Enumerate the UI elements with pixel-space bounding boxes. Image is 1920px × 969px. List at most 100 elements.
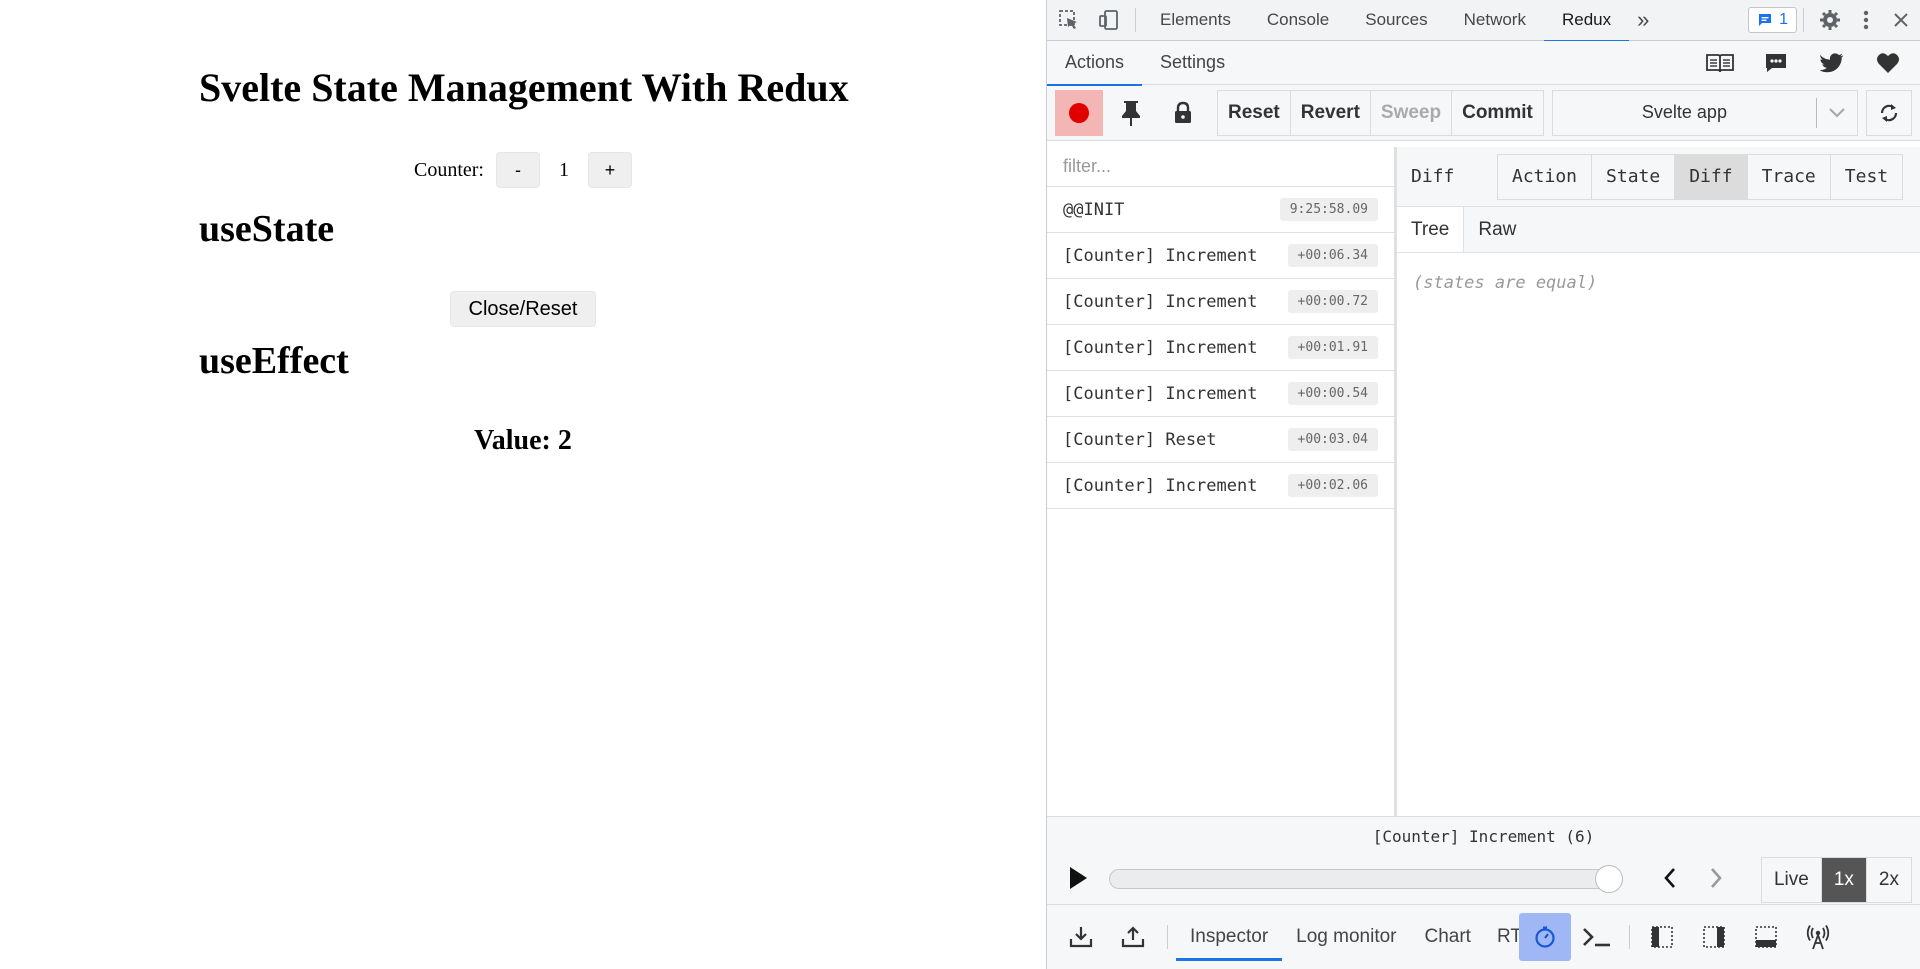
heart-icon[interactable] — [1862, 43, 1914, 83]
chevron-down-icon — [1817, 107, 1857, 119]
tab-console[interactable]: Console — [1249, 0, 1347, 41]
toolbar-divider — [1628, 925, 1630, 949]
lock-button[interactable] — [1159, 89, 1207, 136]
revert-button[interactable]: Revert — [1290, 89, 1371, 136]
speed-selector: Live 1x 2x — [1760, 857, 1912, 903]
monitor-bottombar: Inspector Log monitor Chart RT — [1047, 904, 1920, 969]
counter-row: Counter: - 1 + — [0, 152, 1046, 188]
action-list: filter... @@INIT 9:25:58.09 [Counter] In… — [1047, 147, 1397, 816]
play-button[interactable] — [1061, 861, 1095, 895]
sync-button[interactable] — [1866, 89, 1912, 136]
tab-raw[interactable]: Raw — [1464, 207, 1530, 252]
toolbar-divider — [1803, 8, 1804, 32]
action-row[interactable]: [Counter] Increment +00:06.34 — [1047, 233, 1394, 279]
action-row[interactable]: [Counter] Increment +00:00.72 — [1047, 279, 1394, 325]
chevron-left-icon — [1664, 868, 1675, 888]
states-equal-message: (states are equal) — [1413, 273, 1598, 293]
terminal-icon[interactable] — [1571, 913, 1623, 961]
dock-left-icon[interactable] — [1636, 913, 1688, 961]
kebab-menu-icon[interactable] — [1850, 0, 1882, 40]
instance-name: Svelte app — [1641, 102, 1727, 122]
sync-icon — [1880, 103, 1898, 122]
close-icon[interactable] — [1882, 0, 1920, 40]
timeline-slider-area: [Counter] Increment (6) Live 1x 2x — [1047, 816, 1920, 904]
tab-chart[interactable]: Chart — [1411, 913, 1485, 961]
section-heading-useeffect: useEffect — [199, 340, 349, 382]
timeline-track[interactable] — [1109, 869, 1623, 889]
tab-action[interactable]: Action — [1498, 154, 1592, 199]
tab-state[interactable]: State — [1591, 154, 1675, 199]
action-row[interactable]: [Counter] Reset +00:03.04 — [1047, 417, 1394, 463]
tab-trace[interactable]: Trace — [1746, 154, 1830, 199]
tab-rtk-query[interactable]: RT — [1485, 913, 1519, 961]
redux-toolbar: Reset Revert Sweep Commit Svelte app — [1047, 85, 1920, 141]
device-toolbar-icon[interactable] — [1089, 0, 1129, 40]
action-name: [Counter] Increment — [1063, 475, 1258, 496]
counter-label: Counter: — [414, 158, 484, 181]
decrement-button[interactable]: - — [496, 152, 540, 188]
speed-live[interactable]: Live — [1761, 858, 1821, 902]
svelte-app: Svelte State Management With Redux Count… — [0, 0, 1046, 969]
book-icon[interactable] — [1694, 43, 1746, 83]
action-name: [Counter] Increment — [1063, 337, 1258, 358]
tab-network[interactable]: Network — [1446, 0, 1544, 41]
value-text: Value: 2 — [474, 425, 572, 456]
tab-redux[interactable]: Redux — [1543, 0, 1630, 42]
tab-actions[interactable]: Actions — [1047, 41, 1143, 86]
twitter-icon[interactable] — [1806, 43, 1858, 83]
action-time: +00:06.34 — [1287, 244, 1378, 267]
slider-label: [Counter] Increment (6) — [1372, 827, 1595, 846]
tab-test[interactable]: Test — [1829, 154, 1903, 199]
reset-button[interactable]: Reset — [1217, 89, 1291, 136]
record-icon — [1069, 102, 1089, 123]
tab-inspector[interactable]: Inspector — [1176, 913, 1283, 961]
action-row[interactable]: [Counter] Increment +00:01.91 — [1047, 325, 1394, 371]
next-action-button[interactable] — [1699, 861, 1733, 895]
redux-tabbar: Actions Settings — [1047, 41, 1920, 86]
dock-bottom-icon[interactable] — [1740, 913, 1792, 961]
panel-tabs: Action State Diff Trace Test — [1497, 153, 1904, 200]
record-button[interactable] — [1055, 89, 1103, 136]
tab-settings[interactable]: Settings — [1142, 41, 1243, 85]
commit-button[interactable]: Commit — [1452, 89, 1544, 136]
timeline-thumb[interactable] — [1595, 865, 1623, 893]
tab-diff[interactable]: Diff — [1674, 154, 1747, 199]
action-row[interactable]: [Counter] Increment +00:00.54 — [1047, 371, 1394, 417]
sweep-button[interactable]: Sweep — [1370, 89, 1453, 136]
comment-icon[interactable] — [1750, 43, 1802, 83]
remote-broadcast-icon[interactable] — [1792, 913, 1844, 961]
tab-sources[interactable]: Sources — [1347, 0, 1445, 41]
lock-icon — [1175, 101, 1191, 123]
action-row[interactable]: @@INIT 9:25:58.09 — [1047, 187, 1394, 233]
action-row[interactable]: [Counter] Increment +00:02.06 — [1047, 463, 1394, 509]
export-icon[interactable] — [1107, 913, 1159, 961]
instance-select[interactable]: Svelte app — [1551, 89, 1858, 136]
action-name: [Counter] Increment — [1063, 291, 1258, 312]
tab-log-monitor[interactable]: Log monitor — [1282, 913, 1410, 961]
increment-button[interactable]: + — [588, 152, 632, 188]
action-time: +00:00.54 — [1287, 382, 1378, 405]
toolbar-divider — [1167, 925, 1168, 949]
previous-action-button[interactable] — [1653, 861, 1687, 895]
pin-icon — [1122, 100, 1140, 126]
devtools-tabbar: Elements Console Sources Network Redux »… — [1047, 0, 1920, 42]
action-time: +00:00.72 — [1287, 290, 1378, 313]
speed-2x[interactable]: 2x — [1865, 858, 1911, 902]
inspect-element-icon[interactable] — [1049, 0, 1089, 40]
speed-1x[interactable]: 1x — [1820, 858, 1866, 902]
devtools-panel: Elements Console Sources Network Redux »… — [1046, 0, 1920, 969]
issues-badge[interactable]: 1 — [1748, 7, 1797, 33]
tab-elements[interactable]: Elements — [1142, 0, 1249, 41]
close-reset-button[interactable]: Close/Reset — [450, 291, 596, 327]
more-tabs-button[interactable]: » — [1629, 0, 1657, 41]
dock-right-icon[interactable] — [1688, 913, 1740, 961]
filter-input[interactable]: filter... — [1047, 147, 1394, 187]
import-icon[interactable] — [1055, 913, 1107, 961]
action-name: @@INIT — [1063, 199, 1125, 220]
inspector-body: filter... @@INIT 9:25:58.09 [Counter] In… — [1047, 147, 1920, 816]
action-time: 9:25:58.09 — [1279, 198, 1378, 221]
gear-icon[interactable] — [1810, 0, 1850, 40]
pin-button[interactable] — [1107, 89, 1155, 136]
tab-tree[interactable]: Tree — [1397, 207, 1465, 252]
dispatcher-timer-icon[interactable] — [1518, 913, 1571, 961]
